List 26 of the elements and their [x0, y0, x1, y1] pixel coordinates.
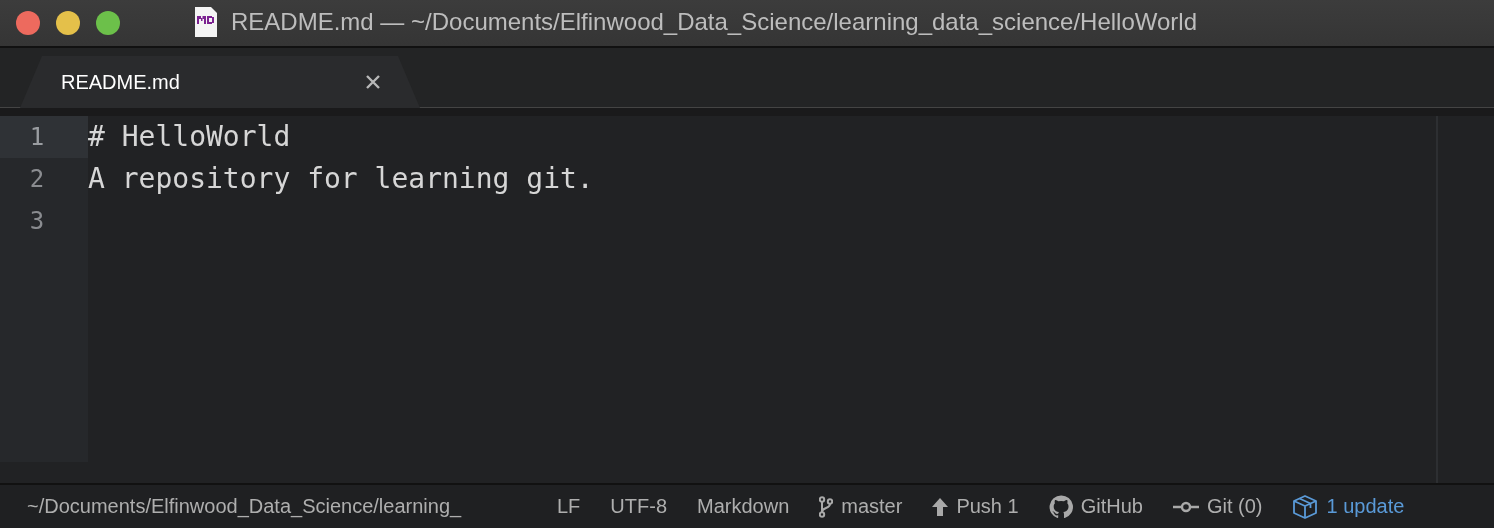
minimize-window-button[interactable]: [56, 11, 80, 35]
status-item[interactable]: Markdown: [697, 495, 790, 518]
git-button[interactable]: Git (0): [1206, 495, 1263, 518]
code-line: A repository for learning git.: [88, 162, 594, 195]
line-number: 1: [0, 116, 88, 158]
code-line: # HelloWorld: [88, 120, 291, 153]
branch-icon[interactable]: [819, 495, 834, 518]
file-path[interactable]: ~/Documents/Elfinwood_Data_Science/learning_: [27, 495, 507, 518]
branch-name[interactable]: master: [841, 495, 903, 518]
close-window-button[interactable]: [16, 11, 40, 35]
up-arrow-icon[interactable]: [932, 497, 949, 516]
github-button[interactable]: GitHub: [1080, 495, 1143, 518]
commit-icon[interactable]: [1172, 500, 1199, 513]
status-item[interactable]: LF: [557, 495, 581, 518]
update-link[interactable]: 1 update: [1326, 495, 1405, 518]
close-icon[interactable]: [366, 75, 380, 89]
github-icon[interactable]: [1048, 494, 1073, 519]
markdown-file-icon: [195, 7, 217, 37]
window-title: README.md — ~/Documents/Elfinwood_Data_Science/learning_data_science/HelloWorld: [231, 8, 1198, 36]
status-item[interactable]: UTF-8: [610, 495, 667, 518]
push-button[interactable]: Push 1: [956, 495, 1019, 518]
line-number: 2: [28, 164, 46, 195]
zoom-window-button[interactable]: [96, 11, 120, 35]
tab[interactable]: README.md: [20, 56, 420, 108]
line-number: 3: [28, 206, 46, 237]
package-icon[interactable]: [1292, 493, 1319, 520]
